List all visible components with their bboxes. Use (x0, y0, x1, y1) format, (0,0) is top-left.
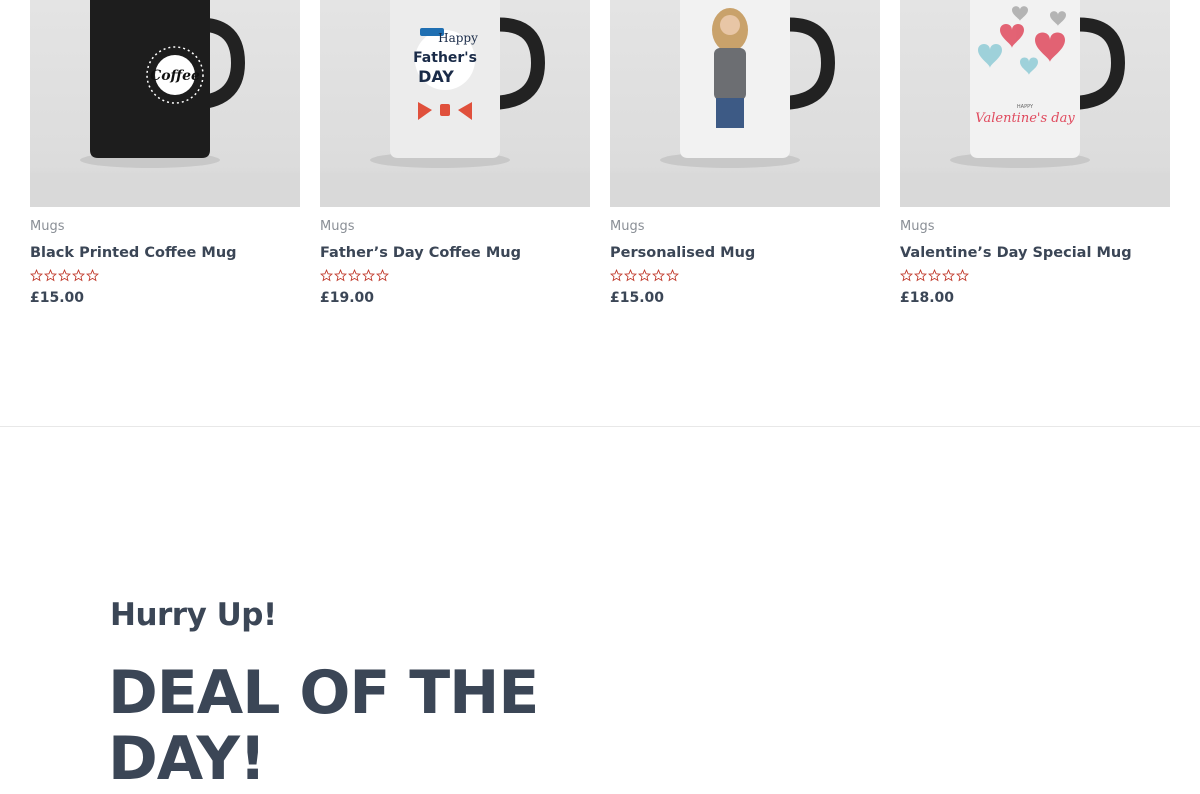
product-price: £15.00 (30, 290, 85, 306)
star-icon (72, 269, 85, 282)
deal-subtitle: Hurry Up! (110, 597, 277, 633)
star-icon (956, 269, 969, 282)
product-image-valentines-mug[interactable]: HAPPY Valentine's day (900, 0, 1170, 207)
star-rating (30, 269, 300, 283)
product-category[interactable]: Mugs (30, 219, 300, 235)
mug-icon (660, 0, 836, 168)
star-icon (624, 269, 637, 282)
svg-text:Happy: Happy (438, 31, 478, 45)
svg-text:Coffee: Coffee (150, 68, 200, 84)
star-icon (928, 269, 941, 282)
svg-text:HAPPY: HAPPY (1017, 104, 1034, 110)
star-icon (362, 269, 375, 282)
star-icon (30, 269, 43, 282)
star-icon (638, 269, 651, 282)
product-image-personalised-mug[interactable] (610, 0, 880, 207)
star-icon (610, 269, 623, 282)
star-icon (320, 269, 333, 282)
star-icon (914, 269, 927, 282)
product-category[interactable]: Mugs (900, 219, 1170, 235)
product-card[interactable]: HAPPY Valentine's day Mugs Valentine’s D… (900, 0, 1170, 306)
star-icon (666, 269, 679, 282)
product-title[interactable]: Valentine’s Day Special Mug (900, 245, 1170, 263)
star-icon (334, 269, 347, 282)
product-category[interactable]: Mugs (610, 219, 880, 235)
section-divider (0, 426, 1200, 427)
star-icon (348, 269, 361, 282)
product-image-fathers-day-mug[interactable]: Happy Father's DAY (320, 0, 590, 207)
star-icon (942, 269, 955, 282)
product-grid: Coffee Mugs Black Printed Coffee Mug £15… (30, 0, 1170, 306)
star-icon (86, 269, 99, 282)
product-card[interactable]: Happy Father's DAY Mugs Father’s Day Cof… (320, 0, 590, 306)
product-title[interactable]: Black Printed Coffee Mug (30, 245, 300, 263)
product-image-black-coffee-mug[interactable]: Coffee (30, 0, 300, 207)
star-icon (376, 269, 389, 282)
star-rating (320, 269, 590, 283)
star-icon (652, 269, 665, 282)
mug-icon: Coffee (80, 0, 246, 168)
star-icon (58, 269, 71, 282)
product-price: £19.00 (320, 290, 375, 306)
product-title[interactable]: Personalised Mug (610, 245, 880, 263)
star-rating (610, 269, 880, 283)
product-price: £15.00 (610, 290, 665, 306)
deal-heading: DEAL OF THE DAY! (108, 658, 539, 794)
star-rating (900, 269, 1170, 283)
svg-text:Father's: Father's (413, 50, 477, 66)
star-icon (44, 269, 57, 282)
mug-icon: Happy Father's DAY (370, 0, 546, 168)
product-card[interactable]: Mugs Personalised Mug £15.00 (610, 0, 880, 306)
product-title[interactable]: Father’s Day Coffee Mug (320, 245, 590, 263)
mug-icon: HAPPY Valentine's day (950, 0, 1126, 168)
svg-text:DAY: DAY (418, 67, 454, 86)
star-icon (900, 269, 913, 282)
product-card[interactable]: Coffee Mugs Black Printed Coffee Mug £15… (30, 0, 300, 306)
product-category[interactable]: Mugs (320, 219, 590, 235)
svg-text:Valentine's day: Valentine's day (975, 111, 1075, 126)
product-price: £18.00 (900, 290, 955, 306)
